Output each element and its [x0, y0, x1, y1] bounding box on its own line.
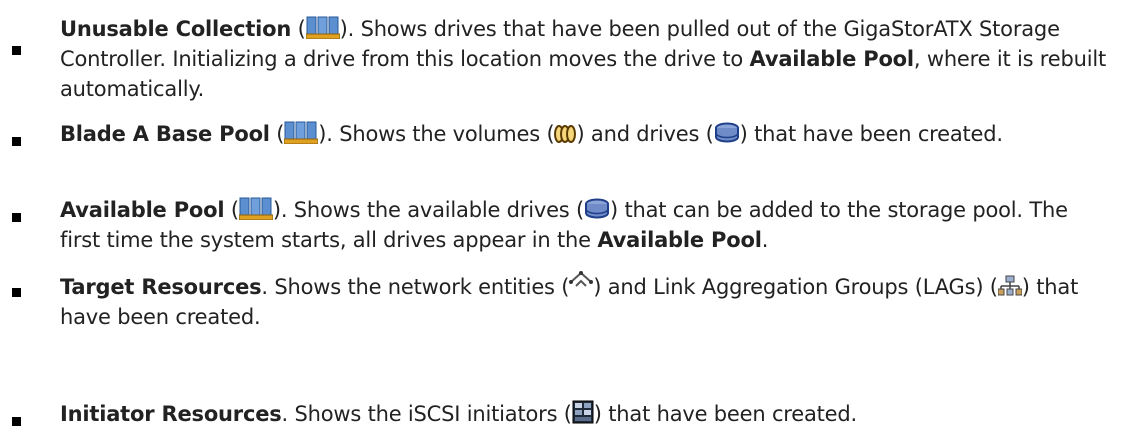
- list-item-text: Unusable Collection (). Shows drives tha…: [60, 15, 1107, 101]
- pool-icon: [238, 196, 273, 220]
- drive-icon: [714, 122, 740, 144]
- bullet-icon: [12, 46, 21, 55]
- bullet-icon: [12, 288, 21, 297]
- volume-icon: [554, 124, 577, 144]
- item-title: Target Resources: [60, 275, 262, 299]
- drive-icon: [584, 198, 610, 220]
- item-title: Blade A Base Pool: [60, 122, 270, 146]
- list-item-text: Blade A Base Pool (). Shows the volumes …: [60, 120, 1003, 146]
- item-title: Initiator Resources: [60, 402, 282, 426]
- bullet-icon: [12, 417, 21, 426]
- pool-icon: [305, 15, 340, 39]
- item-title: Unusable Collection: [60, 17, 292, 41]
- lag-icon: [997, 275, 1022, 297]
- bullet-icon: [12, 213, 21, 222]
- list-item-text: Initiator Resources. Shows the iSCSI ini…: [60, 400, 858, 426]
- network-entity-icon: [569, 270, 594, 288]
- list-item-text: Available Pool (). Shows the available d…: [60, 196, 1068, 252]
- initiator-icon: [572, 400, 594, 424]
- item-title: Available Pool: [60, 198, 225, 222]
- list-item-text: Target Resources. Shows the network enti…: [60, 270, 1110, 332]
- bullet-icon: [12, 137, 21, 146]
- pool-icon: [284, 120, 319, 144]
